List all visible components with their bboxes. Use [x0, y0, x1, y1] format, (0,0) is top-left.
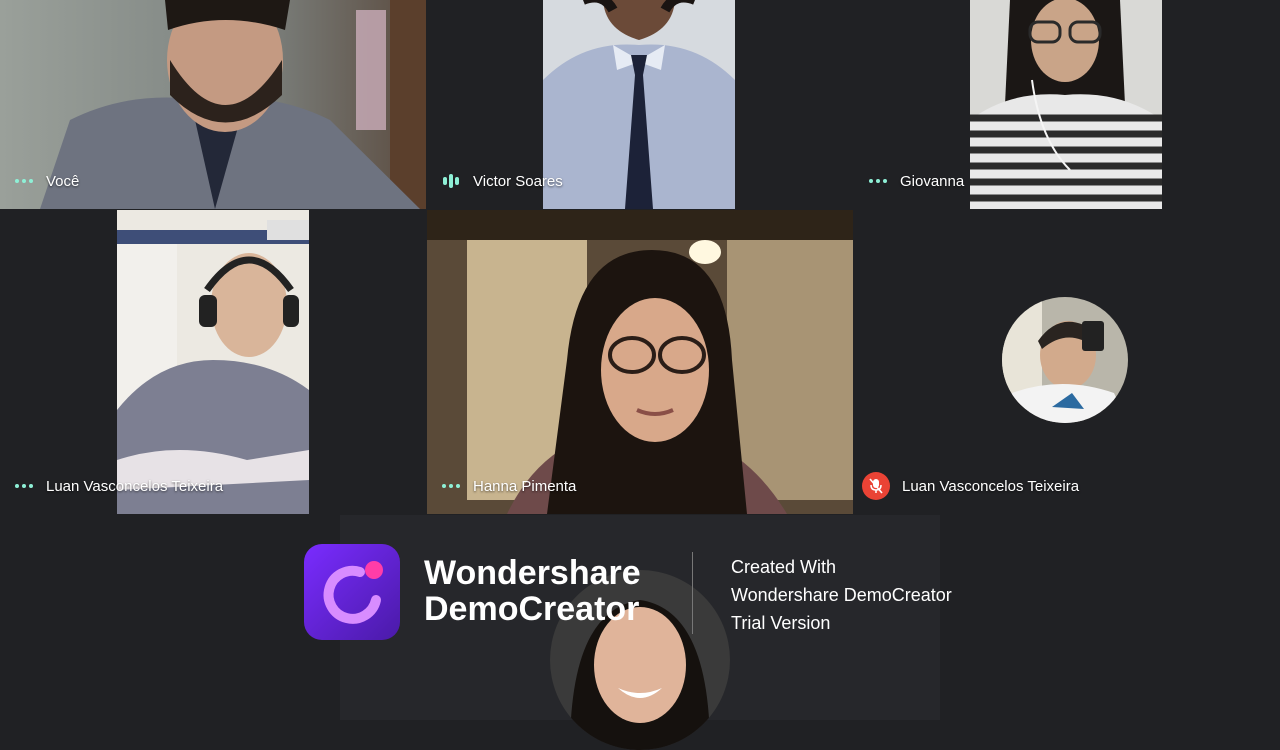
participant-label: Luan Vasconcelos Teixeira — [862, 472, 1080, 500]
watermark-divider — [692, 552, 693, 634]
audio-dots-icon — [441, 484, 461, 488]
participant-tile-giovanna[interactable]: Giovanna — [854, 0, 1280, 209]
video-feed-giovanna — [970, 0, 1162, 209]
participant-avatar — [1002, 297, 1128, 423]
note-line-3: Trial Version — [731, 613, 831, 633]
brand-line-2: DemoCreator — [424, 590, 640, 628]
note-line-2: Wondershare DemoCreator — [731, 585, 952, 605]
participant-label: Victor Soares — [441, 167, 563, 195]
watermark-brand: Wondershare DemoCreator — [424, 555, 641, 627]
video-feed-hanna-pimenta — [427, 210, 853, 514]
participant-name: Hanna Pimenta — [473, 477, 577, 495]
audio-dots-icon — [14, 484, 34, 488]
democreator-logo-icon — [304, 544, 400, 640]
audio-level-icon — [441, 174, 461, 188]
participant-name: Luan Vasconcelos Teixeira — [902, 477, 1080, 495]
watermark-note: Created With Wondershare DemoCreator Tri… — [731, 553, 952, 637]
participant-label: Hanna Pimenta — [441, 472, 576, 500]
participant-tile-voce[interactable]: Você — [0, 0, 426, 209]
video-feed-luan — [117, 210, 309, 514]
participant-label: Luan Vasconcelos Teixeira — [14, 472, 223, 500]
note-line-1: Created With — [731, 557, 837, 577]
brand-line-1: Wondershare — [424, 554, 641, 592]
video-feed-victor-soares — [543, 0, 735, 209]
participant-name: Victor Soares — [473, 172, 563, 190]
participant-tile-luan-video[interactable]: Luan Vasconcelos Teixeira — [0, 210, 426, 514]
participant-tile-hanna-pimenta[interactable]: Hanna Pimenta — [427, 210, 853, 514]
participant-tile-luan-avatar[interactable]: Luan Vasconcelos Teixeira — [854, 210, 1280, 514]
participant-label: Giovanna — [868, 167, 964, 195]
audio-dots-icon — [868, 179, 888, 183]
audio-dots-icon — [14, 179, 34, 183]
participant-name: Giovanna — [900, 172, 965, 190]
mic-off-icon — [862, 472, 890, 500]
participant-name: Você — [46, 172, 80, 190]
participant-tile-victor-soares[interactable]: Victor Soares — [427, 0, 853, 209]
participant-name: Luan Vasconcelos Teixeira — [46, 477, 224, 495]
participant-label: Você — [14, 167, 79, 195]
